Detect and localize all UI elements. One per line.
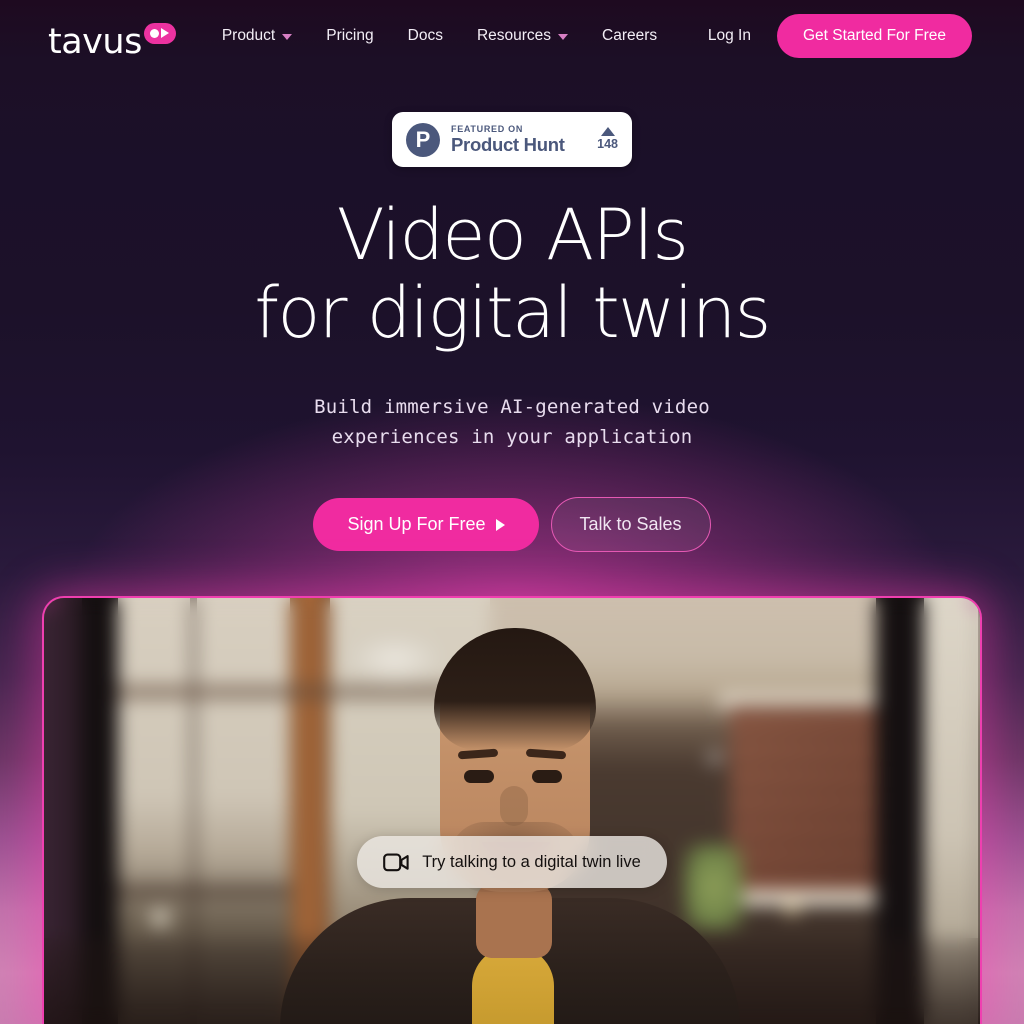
sign-up-button-label: Sign Up For Free [347,514,486,534]
landing-page: tavus Product Pricing Docs Resources Car… [0,0,1024,1024]
login-link[interactable]: Log In [708,27,751,45]
chevron-down-icon [282,34,293,40]
tavus-logo[interactable]: tavus [48,19,176,59]
person-eye-right [532,770,562,783]
product-hunt-vote-count: 148 [597,137,618,152]
product-hunt-name: Product Hunt [451,134,565,155]
upvote-triangle-icon [600,127,615,137]
person-eye-left [464,770,494,783]
subtitle-line-2: experiences in your application [331,426,693,449]
nav-item-docs[interactable]: Docs [408,27,443,45]
hero-cta-row: Sign Up For Free Talk to Sales [0,497,1024,552]
nav-item-docs-label: Docs [407,27,443,44]
get-started-button[interactable]: Get Started For Free [777,14,972,58]
talk-to-sales-button[interactable]: Talk to Sales [550,497,711,552]
person-neck [476,884,552,958]
try-digital-twin-button[interactable]: Try talking to a digital twin live [357,836,667,888]
product-hunt-text: FEATURED ON Product Hunt [451,123,565,155]
logo-dot-shape [150,28,160,38]
nav-item-resources[interactable]: Resources [476,27,569,45]
product-hunt-logo-icon: P [406,122,440,157]
nav-item-pricing-label: Pricing [326,27,374,44]
try-digital-twin-label: Try talking to a digital twin live [422,852,641,871]
nav-item-product[interactable]: Product [221,27,293,45]
headline-line-2: for digital twins [254,272,771,355]
page-title: Video APIs for digital twins [0,196,1024,353]
headline-line-1: Video APIs [336,194,689,276]
product-hunt-eyebrow: FEATURED ON [451,123,524,134]
top-navigation-bar: tavus Product Pricing Docs Resources Car… [0,0,1024,72]
logo-wordmark: tavus [48,21,142,62]
video-camera-icon [383,853,409,871]
play-triangle-icon [495,518,505,531]
nav-item-careers[interactable]: Careers [602,27,657,45]
sign-up-for-free-button[interactable]: Sign Up For Free [313,498,539,551]
logo-play-triangle-icon [161,28,170,38]
logo-play-badge-icon [143,22,176,44]
subtitle-line-1: Build immersive AI-generated video [314,396,710,418]
person-hair [434,628,596,750]
person-nose [500,786,528,826]
product-hunt-badge[interactable]: P FEATURED ON Product Hunt 148 [392,112,632,167]
nav-item-pricing[interactable]: Pricing [326,27,373,45]
digital-twin-person [44,598,980,1024]
nav-item-resources-label: Resources [476,27,552,44]
hero-subtitle: Build immersive AI-generated video exper… [0,392,1024,452]
nav-item-product-label: Product [221,27,276,44]
nav-right-actions: Log In Get Started For Free [708,14,972,58]
nav-links: Product Pricing Docs Resources Careers [222,27,657,45]
product-hunt-votes[interactable]: 148 [597,127,618,152]
nav-item-careers-label: Careers [602,27,658,44]
hero-video-player[interactable] [42,596,982,1024]
chevron-down-icon [558,34,569,40]
